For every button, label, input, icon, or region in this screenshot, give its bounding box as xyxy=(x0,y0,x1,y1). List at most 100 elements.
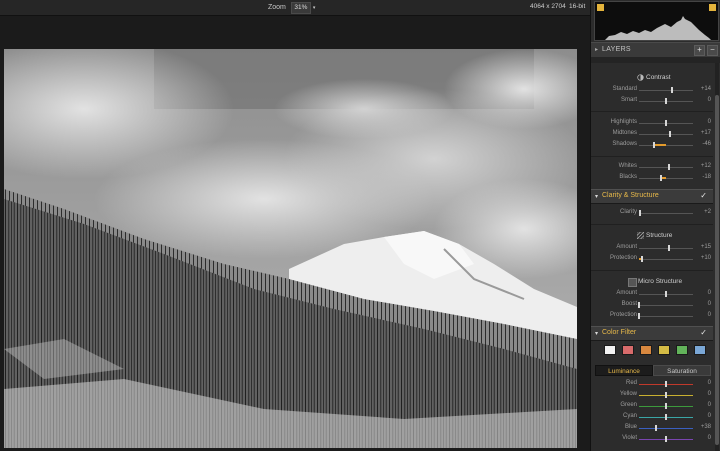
slider-yellow[interactable]: Yellow 0 xyxy=(591,391,713,400)
slider-handle[interactable] xyxy=(668,164,671,170)
layers-header[interactable]: ▸ LAYERS + − xyxy=(591,42,720,58)
slider-label: Smart xyxy=(620,97,637,103)
slider-smart[interactable]: Smart 0 xyxy=(591,97,713,106)
slider-label: Clarity xyxy=(619,209,637,215)
slider-value: 0 xyxy=(707,290,711,296)
slider-handle[interactable] xyxy=(671,87,674,93)
micro-structure-title: Micro Structure xyxy=(638,278,683,285)
slider-handle[interactable] xyxy=(652,142,655,148)
slider-value: +12 xyxy=(700,163,711,169)
clarity-structure-enable-checkbox[interactable]: ✓ xyxy=(700,191,707,200)
slider-label: Violet xyxy=(622,435,637,441)
color-filter-enable-checkbox[interactable]: ✓ xyxy=(700,328,707,337)
layers-label: LAYERS xyxy=(602,46,631,53)
slider-track[interactable] xyxy=(639,316,693,317)
slider-handle[interactable] xyxy=(665,392,667,398)
slider-label: Protection xyxy=(609,312,637,318)
slider-value: 0 xyxy=(707,119,711,125)
zoom-dropdown-icon[interactable]: ▾ xyxy=(313,3,318,13)
slider-label: Blacks xyxy=(619,174,637,180)
slider-blue[interactable]: Blue +38 xyxy=(591,424,713,433)
add-layer-button[interactable]: + xyxy=(694,45,705,56)
slider-red[interactable]: Red 0 xyxy=(591,380,713,389)
zoom-label: Zoom xyxy=(268,4,286,11)
slider-label: Whites xyxy=(618,163,637,169)
slider-micro-protection[interactable]: Protection 0 xyxy=(591,312,713,321)
canvas-area xyxy=(0,16,590,451)
slider-handle[interactable] xyxy=(665,120,667,126)
slider-blacks[interactable]: Blacks -18 xyxy=(591,174,713,183)
bit-depth: 16-bit xyxy=(569,3,586,10)
collapse-caret-icon[interactable]: ▾ xyxy=(595,330,598,337)
slider-label: Blue xyxy=(624,424,637,430)
slider-green[interactable]: Green 0 xyxy=(591,402,713,411)
slider-handle[interactable] xyxy=(638,313,640,319)
slider-violet[interactable]: Violet 0 xyxy=(591,435,713,444)
zoom-field[interactable]: 31% xyxy=(290,1,311,14)
filter-swatch-green[interactable] xyxy=(676,345,688,355)
slider-cyan[interactable]: Cyan 0 xyxy=(591,413,713,422)
slider-handle[interactable] xyxy=(669,131,672,137)
filter-swatch-neutral[interactable] xyxy=(604,345,616,355)
slider-handle[interactable] xyxy=(660,175,663,181)
slider-track[interactable] xyxy=(639,178,693,179)
slider-standard[interactable]: Standard +14 xyxy=(591,86,713,95)
slider-value: +2 xyxy=(704,209,711,215)
expand-caret-icon[interactable]: ▸ xyxy=(595,46,598,53)
slider-handle[interactable] xyxy=(665,414,667,420)
slider-handle[interactable] xyxy=(665,381,667,387)
slider-label: Amount xyxy=(616,290,637,296)
slider-track[interactable] xyxy=(639,213,693,214)
slider-handle[interactable] xyxy=(665,403,667,409)
slider-track[interactable] xyxy=(639,90,693,91)
slider-structure-amount[interactable]: Amount +15 xyxy=(591,244,713,253)
slider-value: +38 xyxy=(700,424,711,430)
slider-structure-protection[interactable]: Protection +10 xyxy=(591,255,713,264)
slider-handle[interactable] xyxy=(638,302,640,308)
filter-swatch-blue[interactable] xyxy=(694,345,706,355)
zoom-control: Zoom 31% ▾ xyxy=(268,1,318,14)
filter-swatch-orange[interactable] xyxy=(640,345,652,355)
slider-whites[interactable]: Whites +12 xyxy=(591,163,713,172)
clarity-structure-title: Clarity & Structure xyxy=(602,192,659,199)
slider-value: 0 xyxy=(707,380,711,386)
slider-midtones[interactable]: Midtones +17 xyxy=(591,130,713,139)
slider-value: 0 xyxy=(707,413,711,419)
slider-track[interactable] xyxy=(639,145,693,146)
slider-handle[interactable] xyxy=(665,436,667,442)
slider-fill xyxy=(653,144,666,146)
slider-handle[interactable] xyxy=(665,291,667,297)
contrast-title: Contrast xyxy=(646,74,671,81)
bw-mountain-photo xyxy=(4,49,577,448)
clarity-structure-header[interactable]: ▾ Clarity & Structure ✓ xyxy=(591,189,713,204)
slider-handle[interactable] xyxy=(639,210,642,216)
color-filter-header[interactable]: ▾ Color Filter ✓ xyxy=(591,326,713,341)
slider-handle[interactable] xyxy=(665,98,667,104)
slider-handle[interactable] xyxy=(668,245,671,251)
filter-swatch-red[interactable] xyxy=(622,345,634,355)
filter-swatch-yellow[interactable] xyxy=(658,345,670,355)
photo-preview[interactable] xyxy=(4,49,577,448)
slider-handle[interactable] xyxy=(640,256,643,262)
slider-handle[interactable] xyxy=(655,425,658,431)
slider-micro-amount[interactable]: Amount 0 xyxy=(591,290,713,299)
micro-structure-icon xyxy=(628,278,637,287)
slider-value: 0 xyxy=(707,312,711,318)
slider-value: 0 xyxy=(707,301,711,307)
remove-layer-button[interactable]: − xyxy=(707,45,718,56)
slider-highlights[interactable]: Highlights 0 xyxy=(591,119,713,128)
slider-track[interactable] xyxy=(639,428,693,429)
panel-scrollbar-thumb[interactable] xyxy=(715,95,719,445)
slider-track[interactable] xyxy=(639,248,693,249)
slider-track[interactable] xyxy=(639,167,693,168)
tab-luminance[interactable]: Luminance xyxy=(595,365,653,376)
slider-shadows[interactable]: Shadows -46 xyxy=(591,141,713,150)
slider-clarity[interactable]: Clarity +2 xyxy=(591,209,713,218)
collapse-caret-icon[interactable]: ▾ xyxy=(595,193,598,200)
tab-saturation[interactable]: Saturation xyxy=(653,365,711,376)
slider-track[interactable] xyxy=(639,134,693,135)
slider-track[interactable] xyxy=(639,259,693,260)
slider-label: Boost xyxy=(621,301,637,307)
slider-track[interactable] xyxy=(639,305,693,306)
slider-micro-boost[interactable]: Boost 0 xyxy=(591,301,713,310)
